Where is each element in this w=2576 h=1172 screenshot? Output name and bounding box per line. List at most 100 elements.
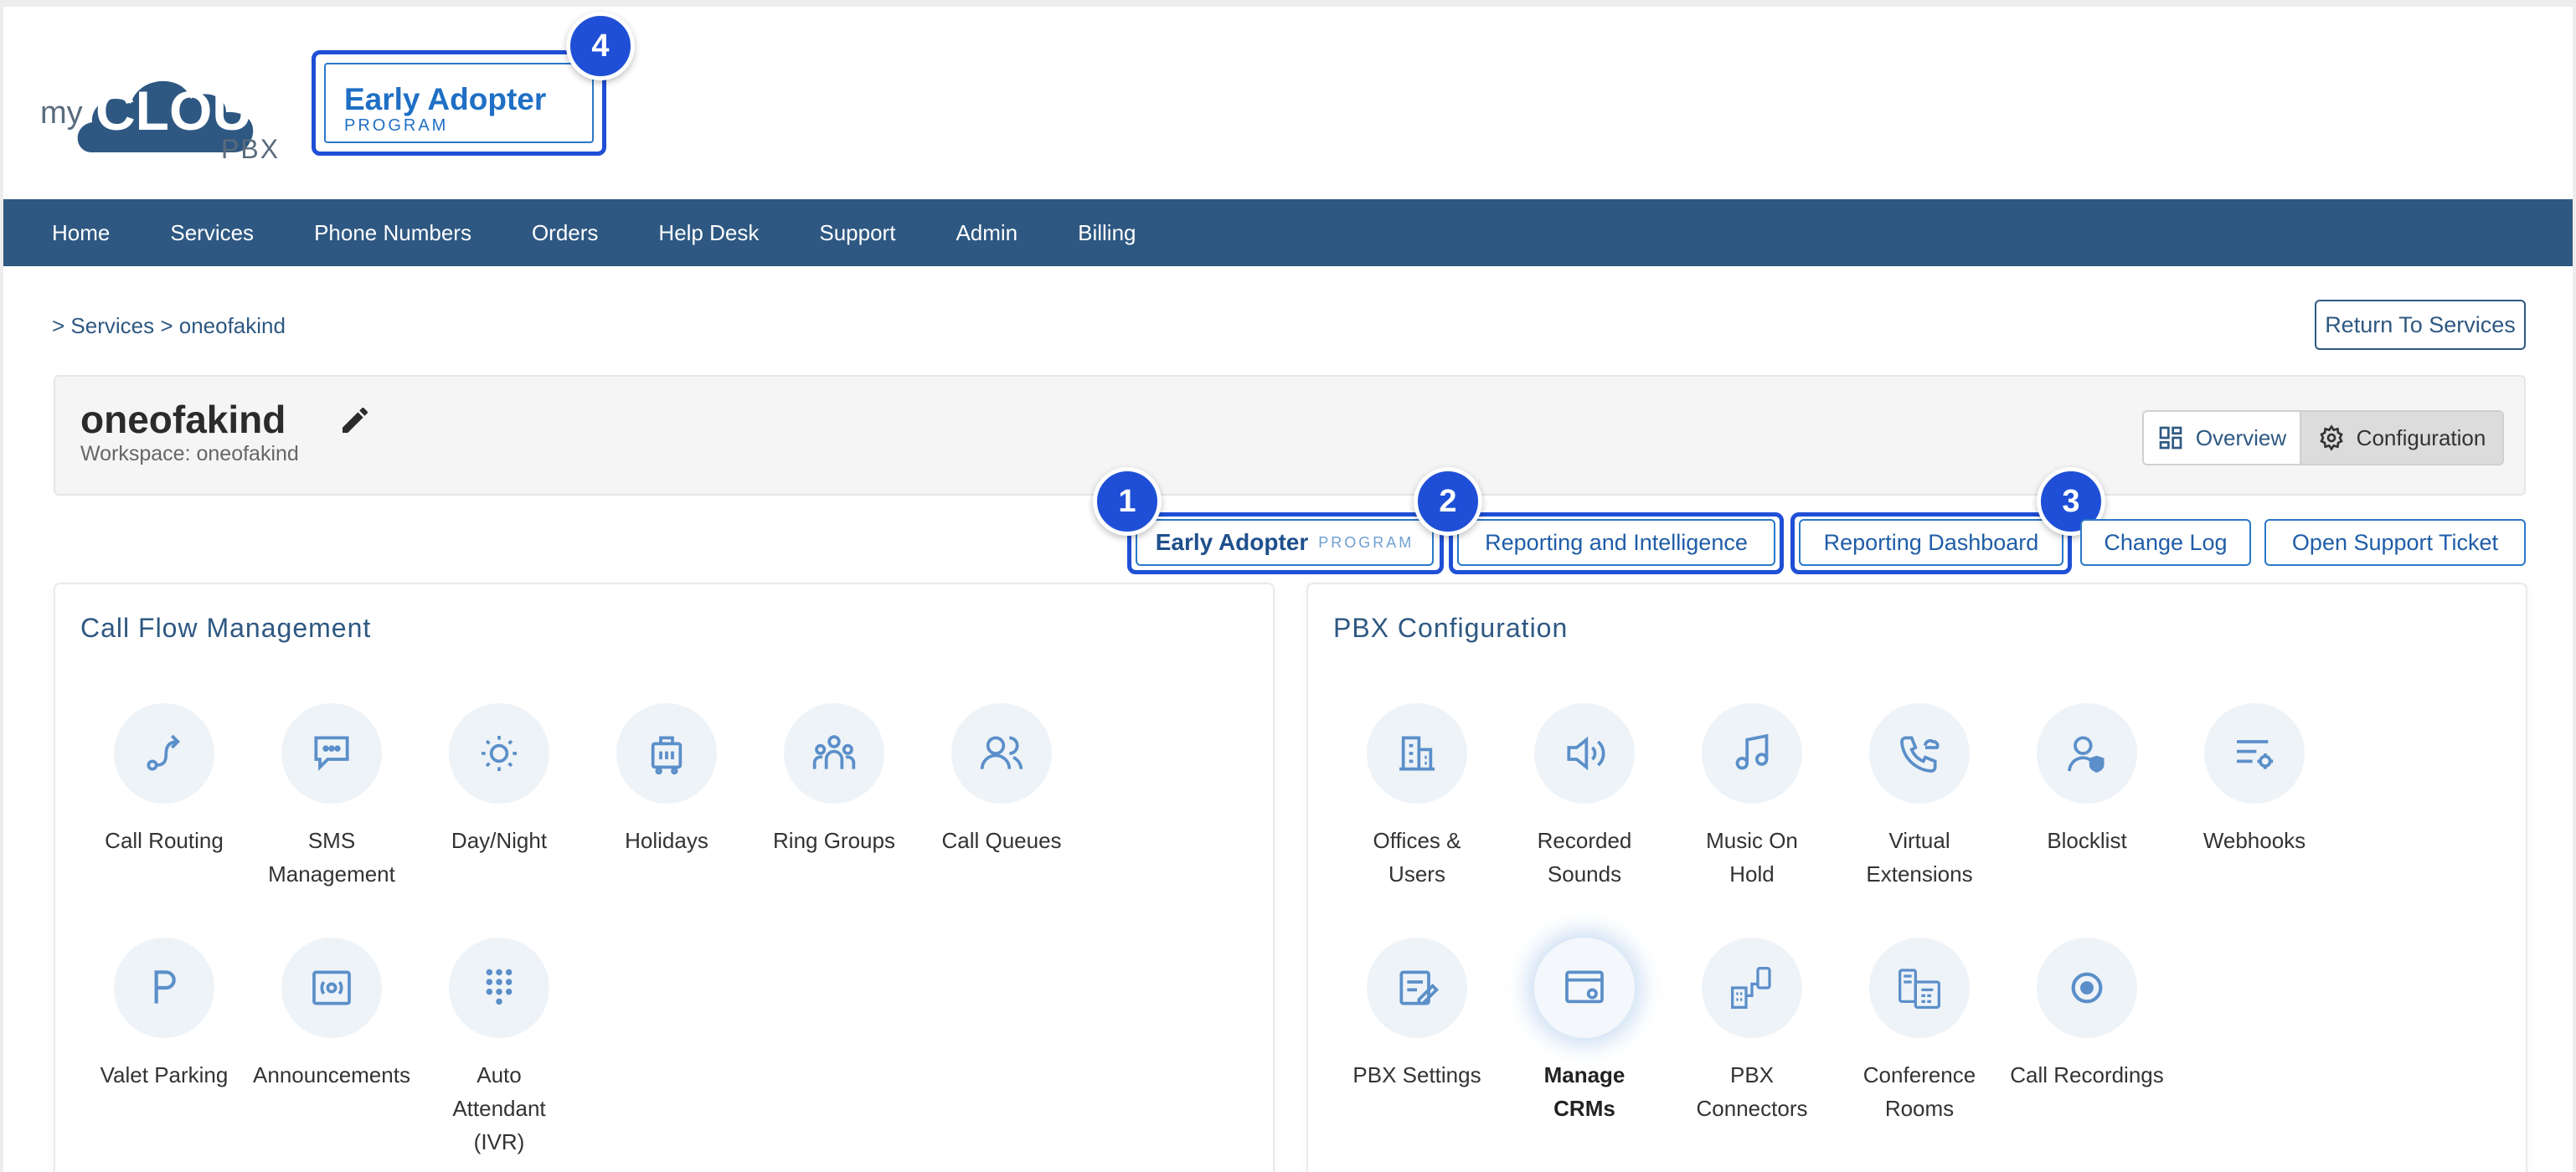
call-queues-icon xyxy=(980,736,1023,769)
callout-1: 1 xyxy=(1093,467,1162,536)
tile-label: Day/Night xyxy=(451,828,548,853)
tile-call-recordings[interactable]: Call Recordings xyxy=(2003,938,2171,1092)
tile-pbx-settings[interactable]: PBX Settings xyxy=(1333,938,1501,1092)
sms-icon xyxy=(314,736,349,771)
pbx-config-card: PBX Configuration Offices & Users Record… xyxy=(1306,583,2527,1172)
tile-call-routing[interactable]: Call Routing xyxy=(80,703,248,857)
tile-label: Valet Parking xyxy=(100,1062,229,1087)
crm-icon xyxy=(1565,970,1604,1004)
workspace-title: oneofakind xyxy=(80,398,286,441)
speaker-icon xyxy=(1567,736,1605,771)
tile-virtual-extensions[interactable]: Virtual Extensions xyxy=(1836,703,2003,891)
early-adopter-button-sub: PROGRAM xyxy=(1318,533,1414,551)
tile-day-night[interactable]: Day/Night xyxy=(415,703,583,857)
early-adopter-header-badge[interactable]: Early Adopter PROGRAM xyxy=(312,50,606,156)
nav-admin[interactable]: Admin xyxy=(956,220,1018,246)
virtual-extension-icon xyxy=(1900,736,1940,773)
reporting-intelligence-button[interactable]: Reporting and Intelligence xyxy=(1457,519,1775,566)
pencil-icon[interactable] xyxy=(338,404,372,437)
tile-announcements[interactable]: Announcements xyxy=(248,938,415,1092)
conference-icon xyxy=(1899,969,1940,1009)
return-to-services-button[interactable]: Return To Services xyxy=(2315,300,2526,350)
tile-label: PBX Connectors xyxy=(1696,1062,1808,1121)
open-support-ticket-button[interactable]: Open Support Ticket xyxy=(2264,519,2526,566)
nav-help-desk[interactable]: Help Desk xyxy=(658,220,759,246)
call-routing-icon xyxy=(147,734,180,771)
callout-2: 2 xyxy=(1414,467,1482,536)
nav-orders[interactable]: Orders xyxy=(532,220,598,246)
view-toggle: Overview Configuration xyxy=(2142,410,2504,465)
music-icon xyxy=(1735,733,1769,770)
overview-label: Overview xyxy=(2195,424,2287,450)
early-adopter-button[interactable]: Early Adopter PROGRAM xyxy=(1136,519,1434,566)
tile-sms-management[interactable]: SMS Management xyxy=(248,703,415,891)
tile-label: Music On Hold xyxy=(1706,828,1798,887)
connectors-icon xyxy=(1731,967,1771,1009)
overview-toggle-button[interactable]: Overview xyxy=(2144,412,2301,464)
blocklist-icon xyxy=(2068,736,2105,773)
tile-label: Manage CRMs xyxy=(1543,1062,1625,1121)
logo-pbx-text: PBX xyxy=(221,134,281,164)
tile-label: Ring Groups xyxy=(773,828,895,853)
tile-auto-attendant[interactable]: Auto Attendant (IVR) xyxy=(415,938,583,1159)
call-flow-title: Call Flow Management xyxy=(80,613,372,643)
tile-label: Call Recordings xyxy=(2010,1062,2164,1087)
early-adopter-subtitle: PROGRAM xyxy=(344,116,449,135)
tile-label: Recorded Sounds xyxy=(1537,828,1632,887)
tile-recorded-sounds[interactable]: Recorded Sounds xyxy=(1501,703,1668,891)
nav-home[interactable]: Home xyxy=(52,220,110,246)
dashboard-icon xyxy=(2159,426,2182,450)
tile-conference-rooms[interactable]: Conference Rooms xyxy=(1836,938,2003,1125)
call-flow-card: Call Flow Management Call Routing SMS Ma… xyxy=(54,583,1275,1172)
logo-my-text: my xyxy=(40,95,83,131)
tile-label: Virtual Extensions xyxy=(1866,828,1973,887)
callout-4: 4 xyxy=(566,12,635,80)
tile-offices-users[interactable]: Offices & Users xyxy=(1333,703,1501,891)
workspace-subtitle: Workspace: oneofakind xyxy=(80,442,299,465)
keypad-icon xyxy=(486,969,513,1005)
tile-label: SMS Management xyxy=(268,828,395,887)
configuration-toggle-button[interactable]: Configuration xyxy=(2301,412,2502,464)
announcements-icon xyxy=(312,970,351,1005)
reporting-dashboard-button[interactable]: Reporting Dashboard xyxy=(1799,519,2063,566)
offices-icon xyxy=(1399,736,1435,771)
tile-label: Webhooks xyxy=(2202,828,2306,853)
tile-valet-parking[interactable]: Valet Parking xyxy=(80,938,248,1092)
logo-cloud-text: CLOUD xyxy=(95,80,292,141)
recording-icon xyxy=(2071,972,2103,1004)
early-adopter-title: Early Adopter xyxy=(344,82,547,116)
tile-label: Announcements xyxy=(253,1062,410,1087)
mycloud-pbx-logo[interactable]: my CLOUD PBX xyxy=(40,44,292,169)
tile-label: Offices & Users xyxy=(1373,828,1461,887)
tile-manage-crms[interactable]: Manage CRMs xyxy=(1501,938,1668,1125)
tile-pbx-connectors[interactable]: PBX Connectors xyxy=(1668,938,1836,1125)
gear-icon xyxy=(2319,424,2343,451)
tile-label: PBX Settings xyxy=(1352,1062,1481,1087)
nav-phone-numbers[interactable]: Phone Numbers xyxy=(314,220,471,246)
valet-parking-icon xyxy=(154,970,176,1004)
tile-label: Blocklist xyxy=(2047,828,2127,853)
tile-holidays[interactable]: Holidays xyxy=(583,703,750,857)
pbx-config-title: PBX Configuration xyxy=(1333,613,1569,643)
tile-blocklist[interactable]: Blocklist xyxy=(2003,703,2171,857)
breadcrumb[interactable]: > Services > oneofakind xyxy=(52,313,286,339)
tile-webhooks[interactable]: Webhooks xyxy=(2171,703,2338,857)
change-log-button[interactable]: Change Log xyxy=(2080,519,2251,566)
tile-label: Holidays xyxy=(625,828,708,853)
ring-groups-icon xyxy=(812,735,856,769)
pbx-settings-icon xyxy=(1399,970,1439,1005)
nav-support[interactable]: Support xyxy=(819,220,895,246)
nav-billing[interactable]: Billing xyxy=(1078,220,1136,246)
tile-call-queues[interactable]: Call Queues xyxy=(918,703,1085,857)
nav-services[interactable]: Services xyxy=(170,220,254,246)
holidays-icon xyxy=(651,736,683,775)
main-nav: Home Services Phone Numbers Orders Help … xyxy=(3,199,2573,266)
tile-music-on-hold[interactable]: Music On Hold xyxy=(1668,703,1836,891)
early-adopter-button-title: Early Adopter xyxy=(1155,529,1309,555)
tile-ring-groups[interactable]: Ring Groups xyxy=(750,703,918,857)
configuration-label: Configuration xyxy=(2356,424,2486,450)
tile-label: Call Routing xyxy=(105,828,224,853)
webhooks-icon xyxy=(2237,740,2274,769)
tile-label: Conference Rooms xyxy=(1862,1062,1976,1121)
day-night-icon xyxy=(482,736,517,771)
